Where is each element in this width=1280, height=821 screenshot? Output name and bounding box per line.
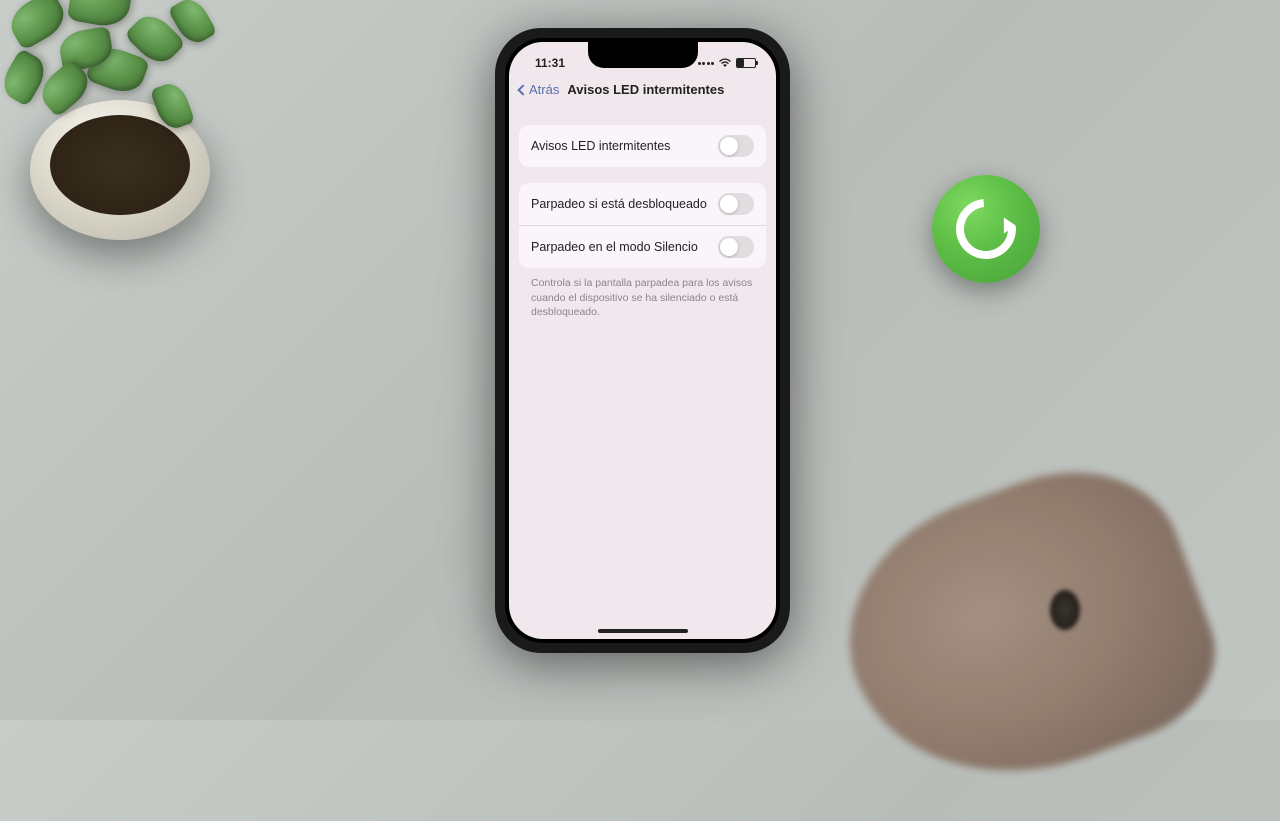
home-indicator[interactable]	[598, 629, 688, 633]
back-button[interactable]: Atrás	[519, 82, 559, 97]
row-label: Parpadeo en el modo Silencio	[531, 240, 698, 254]
ring-blur	[1050, 590, 1080, 630]
phone-screen: 11:31	[509, 42, 776, 639]
toggle-led-flash[interactable]	[718, 135, 754, 157]
page-title: Avisos LED intermitentes	[567, 82, 724, 97]
row-label: Parpadeo si está desbloqueado	[531, 197, 707, 211]
toggle-flash-silent[interactable]	[718, 236, 754, 258]
settings-group-main: Avisos LED intermitentes	[519, 125, 766, 167]
hand-blur	[813, 439, 1238, 821]
row-led-flash[interactable]: Avisos LED intermitentes	[519, 125, 766, 167]
settings-content: Avisos LED intermitentes Parpadeo si est…	[509, 107, 776, 320]
back-label: Atrás	[529, 82, 559, 97]
battery-icon	[736, 58, 756, 68]
phone-notch	[588, 42, 698, 68]
cellular-signal-icon	[698, 62, 715, 65]
wifi-icon	[718, 58, 732, 68]
power-icon	[944, 187, 1029, 272]
toggle-flash-unlocked[interactable]	[718, 193, 754, 215]
green-logo-disc	[932, 175, 1040, 283]
status-time: 11:31	[529, 56, 565, 70]
settings-footer-note: Controla si la pantalla parpadea para lo…	[519, 276, 766, 320]
row-flash-unlocked[interactable]: Parpadeo si está desbloqueado	[519, 183, 766, 226]
nav-header: Atrás Avisos LED intermitentes	[509, 78, 776, 107]
phone-device: 11:31	[495, 28, 790, 653]
plant-decoration	[0, 0, 310, 240]
settings-group-secondary: Parpadeo si está desbloqueado Parpadeo e…	[519, 183, 766, 268]
chevron-left-icon	[517, 84, 528, 95]
row-label: Avisos LED intermitentes	[531, 139, 670, 153]
row-flash-silent[interactable]: Parpadeo en el modo Silencio	[519, 226, 766, 268]
